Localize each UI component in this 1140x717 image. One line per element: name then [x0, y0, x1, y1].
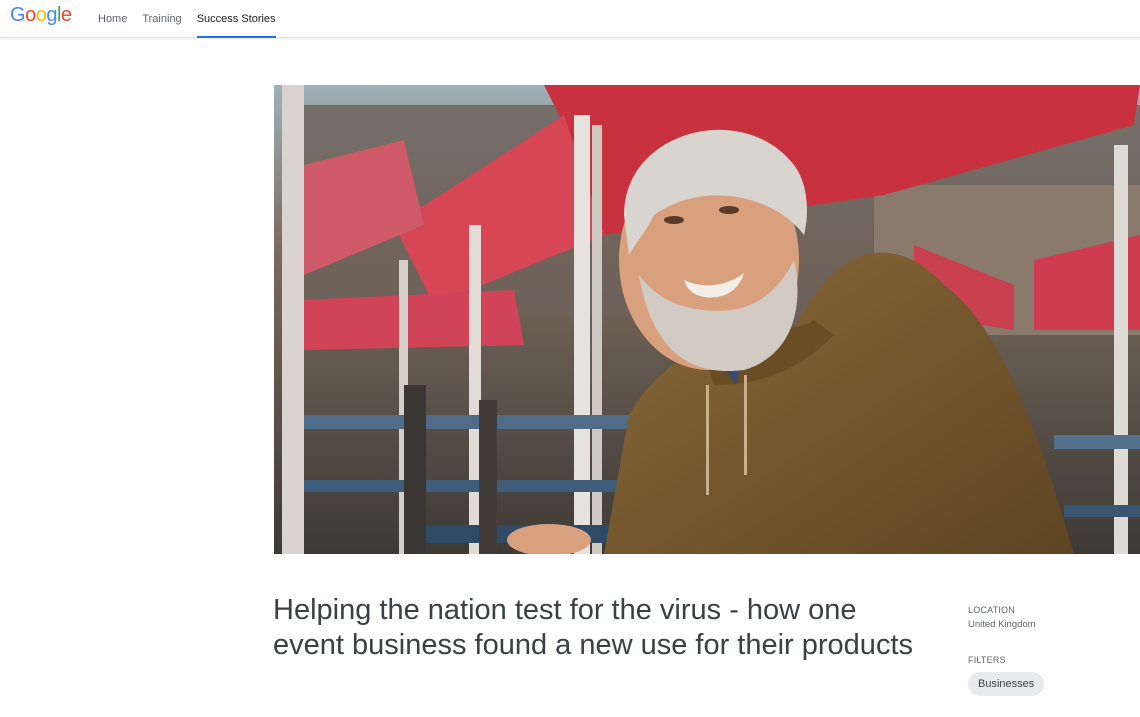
article-title: Helping the nation test for the virus - …: [273, 594, 913, 661]
location-value: United Kingdom: [968, 619, 1036, 630]
main-nav: Home Training Success Stories: [98, 0, 291, 38]
nav-training[interactable]: Training: [142, 0, 181, 38]
top-navigation-bar: Google Home Training Success Stories: [0, 0, 1140, 38]
logo-letter: g: [46, 4, 57, 26]
location-label: LOCATION: [968, 605, 1015, 615]
filters-label: FILTERS: [968, 655, 1006, 665]
filter-chip-businesses[interactable]: Businesses: [968, 672, 1045, 696]
logo-letter: e: [60, 4, 72, 26]
article-meta: LOCATION United Kingdom FILTERS Business…: [968, 604, 1128, 696]
nav-success-stories[interactable]: Success Stories: [196, 0, 276, 38]
google-logo[interactable]: Google: [10, 4, 72, 26]
logo-letter: o: [25, 4, 36, 26]
logo-letter: G: [10, 4, 26, 26]
logo-letter: o: [35, 4, 47, 26]
hero-image: [274, 85, 1140, 554]
nav-home[interactable]: Home: [98, 0, 127, 38]
